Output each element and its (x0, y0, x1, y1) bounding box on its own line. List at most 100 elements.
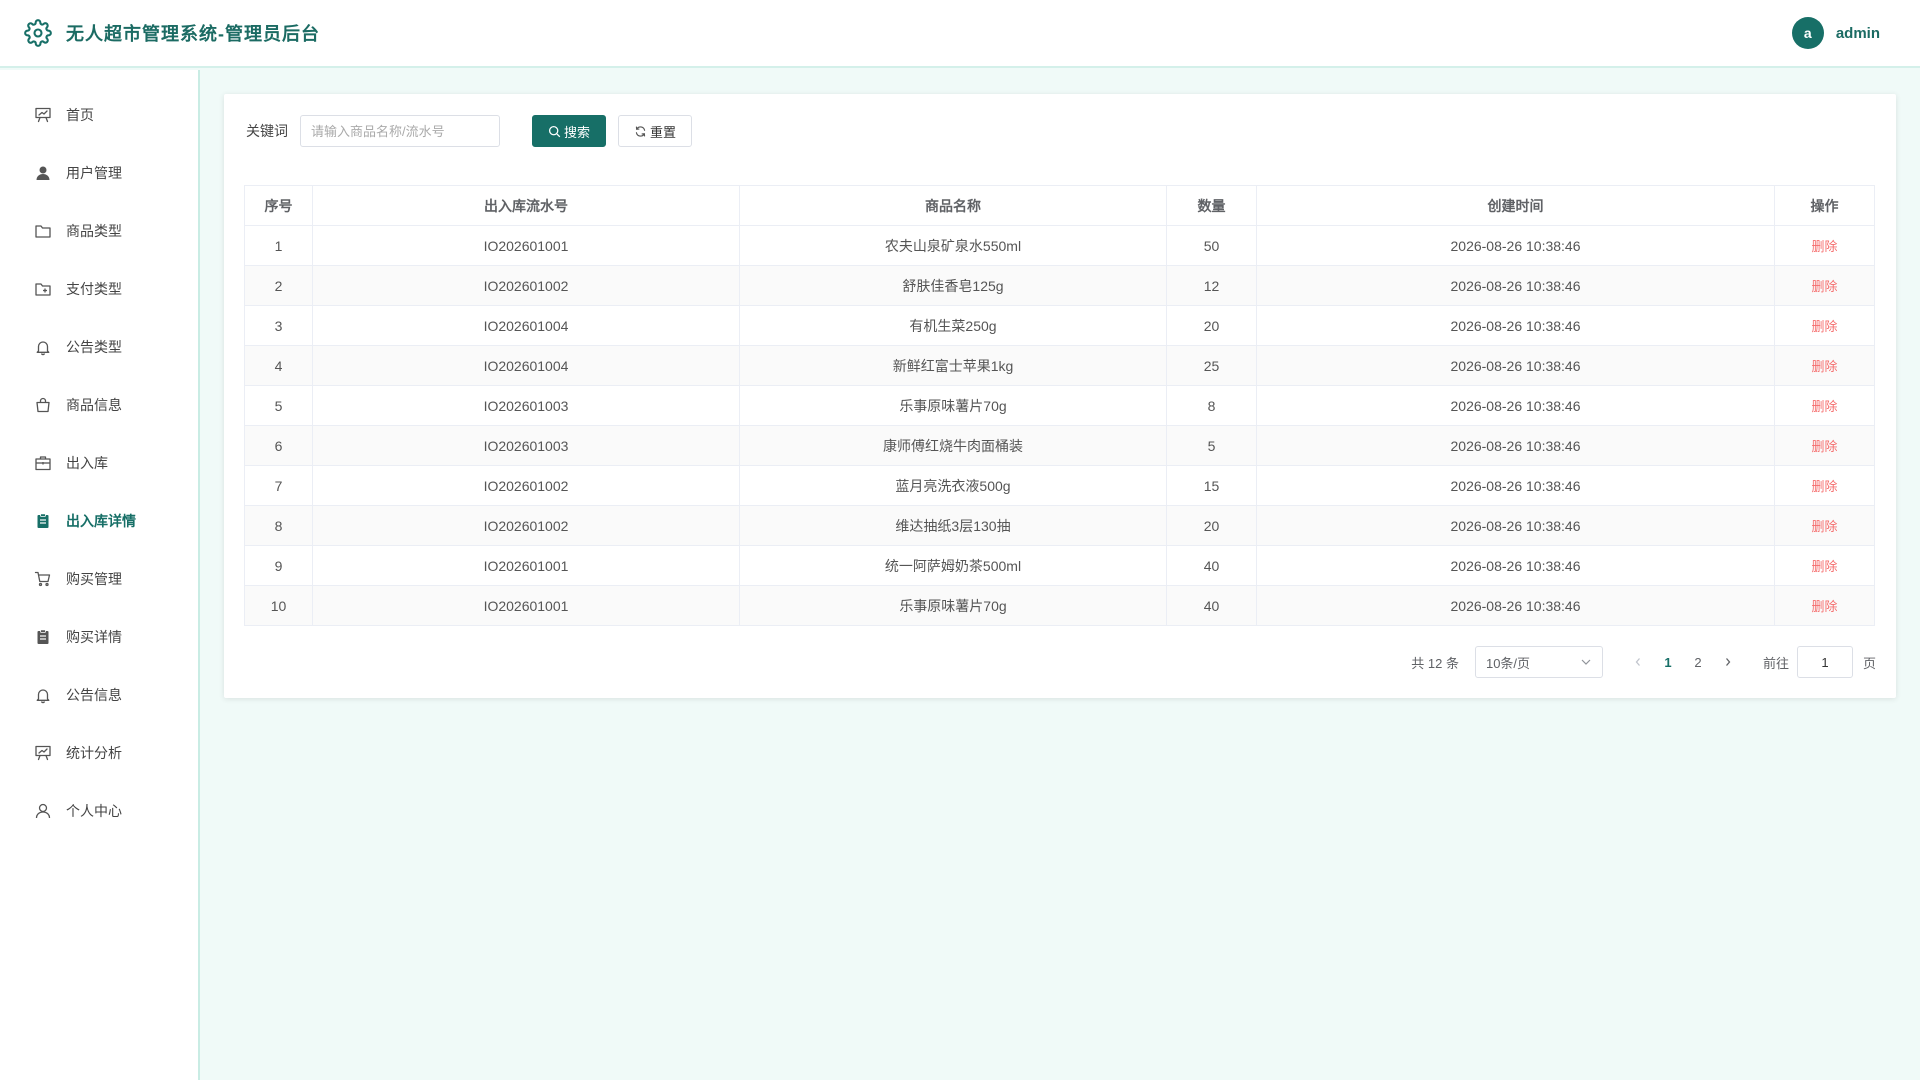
row-serial: IO202601003 (312, 385, 740, 426)
column-header-serial[interactable]: 出入库流水号 (312, 185, 740, 226)
pagination: 共 12 条 10条/页 1 2 前往 页 (1411, 646, 1876, 678)
column-header-product[interactable]: 商品名称 (739, 185, 1167, 226)
shopping-cart-icon (34, 570, 52, 588)
chevron-left-icon (1635, 658, 1640, 666)
username[interactable]: admin (1836, 25, 1880, 42)
goto-label: 前往 (1762, 655, 1789, 671)
row-created-time: 2026-08-26 10:38:46 (1256, 265, 1775, 306)
row-created-time: 2026-08-26 10:38:46 (1256, 545, 1775, 586)
page-2-button[interactable]: 2 (1683, 648, 1713, 676)
folder-icon (34, 222, 52, 240)
table-row: 7 IO202601002 蓝月亮洗衣液500g 15 2026-08-26 10:38… (244, 465, 1875, 506)
delete-button[interactable]: 删除 (1811, 519, 1837, 534)
delete-button[interactable]: 删除 (1811, 239, 1837, 254)
keyword-input[interactable] (300, 115, 500, 147)
delete-button[interactable]: 删除 (1811, 359, 1837, 374)
sidebar-item-label: 首页 (66, 107, 94, 123)
page-unit-label: 页 (1862, 655, 1876, 671)
row-quantity: 15 (1166, 465, 1257, 506)
row-actions: 删除 (1774, 345, 1875, 386)
row-actions: 删除 (1774, 545, 1875, 586)
row-actions: 删除 (1774, 265, 1875, 306)
table-row: 5 IO202601003 乐事原味薯片70g 8 2026-08-26 10:38:4… (244, 385, 1875, 426)
row-actions: 删除 (1774, 505, 1875, 546)
column-header-index[interactable]: 序号 (244, 185, 313, 226)
total-count: 共 12 条 (1411, 655, 1459, 671)
delete-button[interactable]: 删除 (1811, 399, 1837, 414)
avatar[interactable]: a (1791, 17, 1824, 49)
delete-button[interactable]: 删除 (1811, 559, 1837, 574)
row-quantity: 40 (1166, 585, 1257, 626)
inout-detail-table: 序号 出入库流水号 商品名称 数量 创建时间 操作 1 IO202601001 农夫… (244, 185, 1875, 626)
table-row: 6 IO202601003 康师傅红烧牛肉面桶装 5 2026-08-26 10:38:… (244, 425, 1875, 466)
sidebar-item-10[interactable]: 公告信息 (0, 666, 198, 724)
sidebar-item-9[interactable]: 购买详情 (0, 608, 198, 666)
row-serial: IO202601002 (312, 465, 740, 506)
row-created-time: 2026-08-26 10:38:46 (1256, 385, 1775, 426)
page-1-button[interactable]: 1 (1653, 648, 1683, 676)
row-product: 农夫山泉矿泉水550ml (739, 225, 1167, 266)
row-index: 1 (244, 225, 313, 266)
gear-icon (24, 19, 52, 47)
delete-button[interactable]: 删除 (1811, 279, 1837, 294)
row-quantity: 40 (1166, 545, 1257, 586)
row-quantity: 25 (1166, 345, 1257, 386)
page-size-value: 10条/页 (1485, 655, 1531, 671)
delete-button[interactable]: 删除 (1811, 599, 1837, 614)
row-index: 3 (244, 305, 313, 346)
next-page-button[interactable] (1713, 648, 1743, 676)
sidebar-item-0[interactable]: 首页 (0, 86, 198, 144)
sidebar-item-7[interactable]: 出入库详情 (0, 492, 198, 550)
content-card: 关键词 搜索 重置 (224, 94, 1896, 698)
sidebar-item-6[interactable]: 出入库 (0, 434, 198, 492)
bell-icon (34, 338, 52, 356)
app-title: 无人超市管理系统-管理员后台 (66, 24, 320, 44)
search-button-label: 搜索 (563, 124, 590, 140)
reset-button[interactable]: 重置 (618, 115, 692, 147)
page-size-select[interactable]: 10条/页 (1474, 646, 1603, 678)
sidebar-item-label: 出入库详情 (66, 513, 136, 529)
folder-add-icon (34, 280, 52, 298)
delete-button[interactable]: 删除 (1811, 479, 1837, 494)
row-created-time: 2026-08-26 10:38:46 (1256, 345, 1775, 386)
briefcase-icon (34, 454, 52, 472)
user-icon (34, 164, 52, 182)
delete-button[interactable]: 删除 (1811, 439, 1837, 454)
row-serial: IO202601004 (312, 345, 740, 386)
table-header-row: 序号 出入库流水号 商品名称 数量 创建时间 操作 (244, 185, 1875, 226)
row-created-time: 2026-08-26 10:38:46 (1256, 465, 1775, 506)
row-index: 9 (244, 545, 313, 586)
search-icon (548, 125, 561, 137)
sidebar-item-3[interactable]: 支付类型 (0, 260, 198, 318)
column-header-quantity[interactable]: 数量 (1166, 185, 1257, 226)
delete-button[interactable]: 删除 (1811, 319, 1837, 334)
sidebar-item-4[interactable]: 公告类型 (0, 318, 198, 376)
sidebar-item-label: 商品类型 (66, 223, 122, 239)
sidebar-item-8[interactable]: 购买管理 (0, 550, 198, 608)
row-product: 新鲜红富士苹果1kg (739, 345, 1167, 386)
goto-page-input[interactable] (1796, 646, 1853, 678)
sidebar-item-1[interactable]: 用户管理 (0, 144, 198, 202)
prev-page-button[interactable] (1623, 648, 1653, 676)
brand: 无人超市管理系统-管理员后台 (24, 19, 320, 47)
row-index: 7 (244, 465, 313, 506)
row-quantity: 8 (1166, 385, 1257, 426)
sidebar-item-12[interactable]: 个人中心 (0, 782, 198, 840)
user-menu[interactable]: a admin (1791, 17, 1880, 49)
row-serial: IO202601002 (312, 265, 740, 306)
row-actions: 删除 (1774, 585, 1875, 626)
refresh-icon (635, 125, 646, 137)
sidebar-item-2[interactable]: 商品类型 (0, 202, 198, 260)
keyword-label: 关键词 (246, 123, 288, 139)
row-actions: 删除 (1774, 385, 1875, 426)
row-index: 5 (244, 385, 313, 426)
column-header-created-time[interactable]: 创建时间 (1256, 185, 1775, 226)
column-header-actions[interactable]: 操作 (1774, 185, 1875, 226)
sidebar-item-11[interactable]: 统计分析 (0, 724, 198, 782)
row-serial: IO202601001 (312, 585, 740, 626)
search-button[interactable]: 搜索 (532, 115, 606, 147)
row-serial: IO202601001 (312, 545, 740, 586)
clipboard-icon (34, 628, 52, 646)
row-quantity: 50 (1166, 225, 1257, 266)
sidebar-item-5[interactable]: 商品信息 (0, 376, 198, 434)
